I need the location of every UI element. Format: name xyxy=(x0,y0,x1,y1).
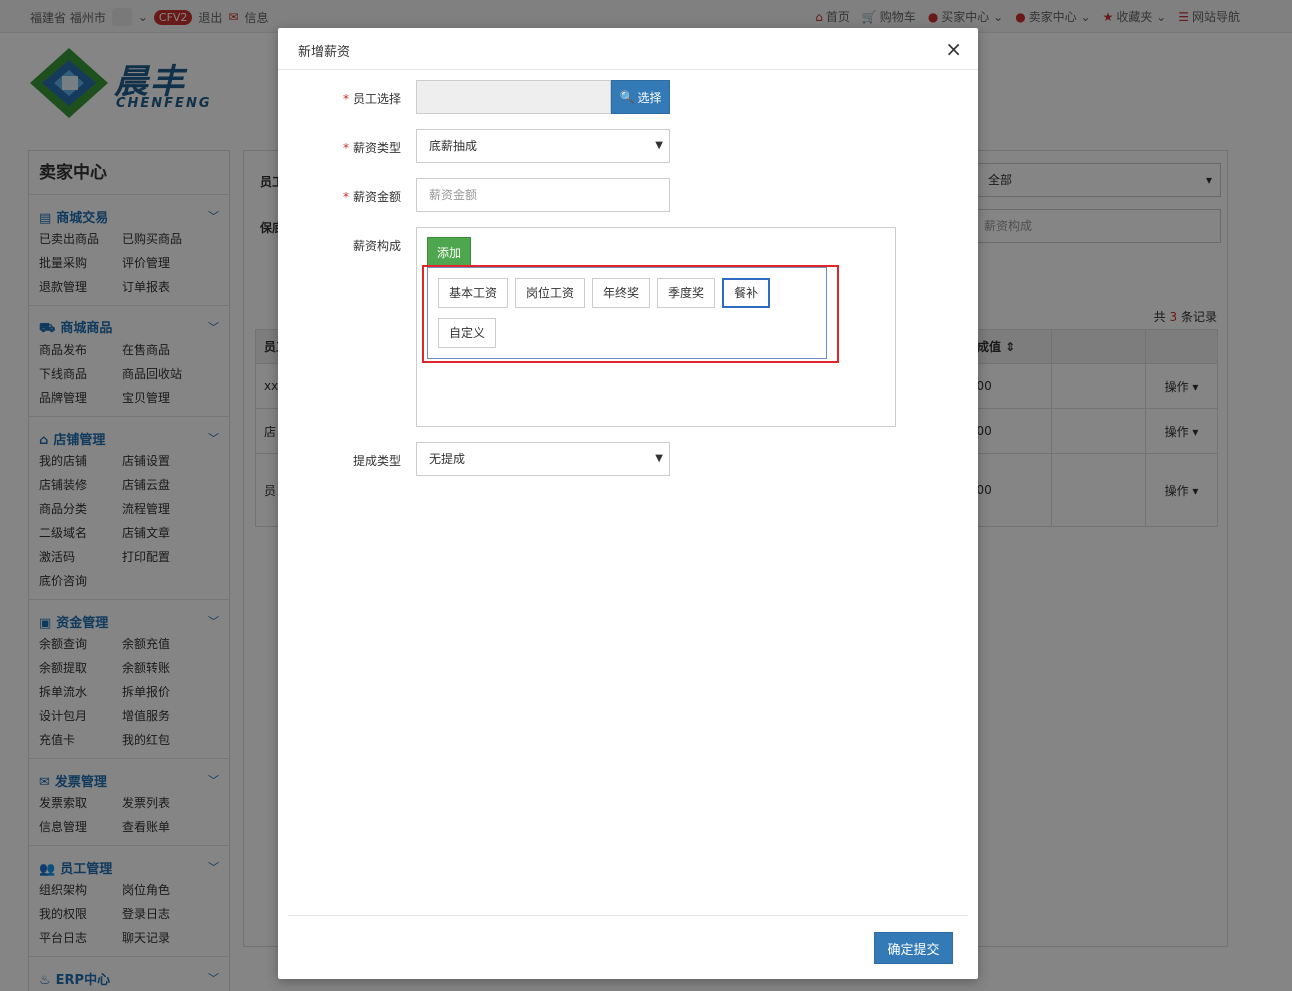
modal-header: 新增薪资 × xyxy=(278,28,978,70)
employee-field[interactable] xyxy=(416,80,611,114)
tag-quarterly-bonus[interactable]: 季度奖 xyxy=(657,278,716,308)
salary-type-select[interactable]: 底薪抽成 ▼ xyxy=(416,129,670,163)
submit-button[interactable]: 确定提交 xyxy=(874,932,953,964)
tag-basic-salary[interactable]: 基本工资 xyxy=(438,278,509,308)
search-icon: 🔍 xyxy=(619,90,635,104)
choose-employee-button[interactable]: 🔍 选择 xyxy=(611,80,670,114)
salary-type-label: * 薪资类型 xyxy=(342,141,401,155)
add-salary-modal: 新增薪资 × * 员工选择 🔍 选择 * 薪资类型 底薪抽成 ▼ * 薪资金额 薪资金额 … xyxy=(278,28,978,979)
tag-meal-allowance[interactable]: 餐补 xyxy=(722,278,771,308)
close-icon[interactable]: × xyxy=(945,37,962,61)
tag-annual-bonus[interactable]: 年终奖 xyxy=(592,278,651,308)
add-composition-button[interactable]: 添加 xyxy=(427,237,471,267)
caret-down-icon: ▼ xyxy=(655,140,663,151)
composition-tag-list: 基本工资 岗位工资 年终奖 季度奖 餐补 自定义 xyxy=(427,267,827,359)
tag-custom[interactable]: 自定义 xyxy=(438,318,497,348)
tag-position-salary[interactable]: 岗位工资 xyxy=(515,278,586,308)
commission-type-select[interactable]: 无提成 ▼ xyxy=(416,442,670,476)
amount-label: * 薪资金额 xyxy=(342,190,401,204)
employee-label: * 员工选择 xyxy=(342,92,401,106)
modal-title: 新增薪资 xyxy=(298,45,351,60)
amount-input[interactable]: 薪资金额 xyxy=(416,178,670,212)
composition-label: 薪资构成 xyxy=(352,239,401,253)
caret-down-icon: ▼ xyxy=(655,453,663,464)
composition-box: 添加 基本工资 岗位工资 年终奖 季度奖 餐补 自定义 xyxy=(416,227,896,427)
modal-footer-divider xyxy=(288,915,968,916)
commission-type-label: 提成类型 xyxy=(352,454,401,468)
